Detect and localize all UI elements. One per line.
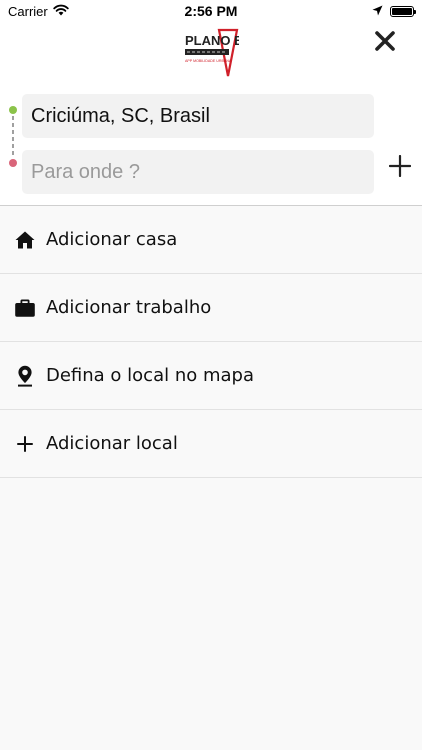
close-icon [375, 31, 395, 51]
add-stop-button[interactable] [387, 153, 413, 179]
location-arrow-icon [372, 4, 383, 19]
app-logo: PLANO B APP MOBILIDADE URBANA [183, 28, 244, 78]
list-item-label: Defina o local no mapa [46, 365, 254, 386]
origin-dot [9, 106, 17, 114]
destination-field[interactable]: Para onde ? [22, 150, 374, 194]
plus-icon [389, 155, 411, 177]
status-right [372, 4, 416, 19]
origin-field[interactable]: Criciúma, SC, Brasil [22, 94, 374, 138]
logo-tagline: APP MOBILIDADE URBANA [185, 59, 232, 63]
list-item-add-work[interactable]: Adicionar trabalho [0, 274, 422, 342]
list-item-label: Adicionar local [46, 433, 178, 454]
briefcase-icon [14, 297, 36, 319]
destination-placeholder: Para onde ? [31, 160, 140, 183]
route-connector [7, 105, 19, 167]
logo-wordmark: PLANO B [185, 33, 239, 48]
origin-value: Criciúma, SC, Brasil [31, 104, 210, 127]
list-item-label: Adicionar casa [46, 229, 178, 250]
status-bar: Carrier 2:56 PM [0, 0, 422, 24]
close-button[interactable] [370, 27, 400, 55]
screen: Carrier 2:56 PM PLANO B APP MOBILIDADE U… [0, 0, 422, 750]
saved-places-list: Adicionar casa Adicionar trabalho Defina… [0, 205, 422, 750]
battery-icon [390, 6, 416, 17]
list-item-add-place[interactable]: Adicionar local [0, 410, 422, 478]
list-item-add-home[interactable]: Adicionar casa [0, 206, 422, 274]
home-icon [14, 229, 36, 251]
map-pin-icon [14, 365, 36, 387]
status-time: 2:56 PM [184, 3, 238, 19]
plus-icon [14, 433, 36, 455]
destination-dot [9, 159, 17, 167]
list-item-label: Adicionar trabalho [46, 297, 212, 318]
list-item-set-on-map[interactable]: Defina o local no mapa [0, 342, 422, 410]
